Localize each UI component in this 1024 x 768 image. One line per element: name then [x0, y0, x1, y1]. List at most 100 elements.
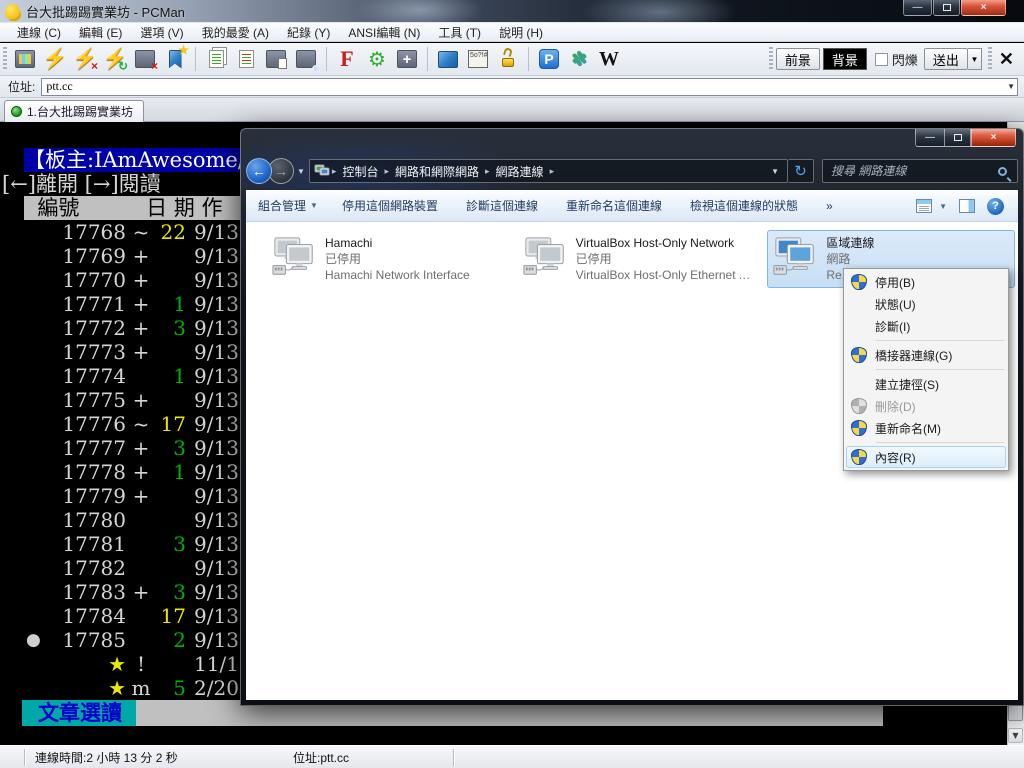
help-icon[interactable]: ? [987, 197, 1004, 215]
context-menu-item[interactable]: 橋接器連線(G) [846, 344, 1006, 366]
command-bar-item[interactable]: 停用這個網路裝置 [330, 197, 454, 214]
context-menu-item[interactable]: 建立捷徑(S) [846, 373, 1006, 395]
command-bar-item[interactable]: » [814, 199, 849, 213]
breadcrumb-arrow-icon[interactable]: ▸ [550, 166, 555, 177]
foreground-color-button[interactable]: 前景 [775, 48, 820, 70]
refresh-button[interactable]: ↻ [788, 159, 814, 183]
font-button[interactable]: F [334, 46, 360, 72]
status-address: 位址:ptt.cc [293, 750, 350, 765]
network-connection-tile[interactable]: Hamachi 已停用 Hamachi Network Interface [266, 230, 514, 288]
send-dropdown[interactable]: ▼ [967, 48, 982, 70]
context-menu-item[interactable] [876, 442, 1004, 443]
find-button[interactable] [293, 46, 320, 73]
close-button[interactable]: × [961, 0, 1006, 16]
minimize-button[interactable]: — [903, 0, 932, 16]
menu-item[interactable]: 紀錄 (Y) [278, 22, 339, 43]
settings-button[interactable]: ⚙ [364, 46, 390, 72]
article-number: ★ [108, 652, 126, 676]
address-dropdown-icon[interactable]: ▼ [1007, 82, 1015, 91]
site-list-button[interactable] [12, 46, 38, 72]
push-count [156, 508, 186, 532]
bbs-browser-button[interactable] [435, 46, 461, 72]
search-input[interactable] [823, 164, 998, 178]
context-menu-item[interactable]: 內容(R) [846, 446, 1006, 468]
reconnect-button[interactable]: ⚡ ↻ [102, 46, 128, 72]
address-dropdown-icon[interactable]: ▼ [763, 167, 787, 176]
close-connection-button[interactable]: × [132, 46, 158, 72]
network-connection-tile[interactable]: VirtualBox Host-Only Network 已停用 Virtual… [517, 230, 765, 288]
cursor-indicator [26, 460, 52, 484]
breadcrumb-segment[interactable]: 控制台 [336, 163, 384, 180]
menu-item[interactable]: 我的最愛 (A) [193, 22, 278, 43]
wikipedia-button[interactable]: W [596, 46, 622, 72]
article-marker: + [132, 292, 150, 316]
command-bar-item[interactable]: 重新命名這個連線 [554, 197, 678, 214]
views-dropdown-icon[interactable]: ▼ [939, 202, 947, 211]
breadcrumb-segment[interactable]: 網路和網際網路 [389, 163, 485, 180]
command-bar-item[interactable]: 組合管理 ▼ [246, 197, 330, 214]
pcman-app-icon [5, 3, 20, 19]
article-number: 17777 [62, 436, 126, 460]
context-menu-item[interactable] [876, 369, 1004, 370]
cursor-indicator [26, 412, 52, 436]
context-menu-item[interactable]: 刪除(D) [846, 395, 1006, 417]
menu-item[interactable]: 連線 (C) [8, 22, 70, 43]
maximize-button[interactable] [944, 129, 971, 147]
context-menu-item[interactable]: 診斷(I) [846, 315, 1006, 337]
toolbar-grip[interactable] [768, 47, 773, 71]
menu-item[interactable]: ANSI編輯 (N) [339, 22, 429, 43]
context-menu-item[interactable]: 重新命名(M) [846, 417, 1006, 439]
paste-to-window-button[interactable] [263, 46, 289, 72]
restore-button[interactable] [933, 0, 960, 16]
tab-connection-1[interactable]: 1.台大批踢踢實業坊 [4, 100, 145, 122]
scrollbar-thumb[interactable] [1008, 705, 1023, 721]
toolbar-grip[interactable] [3, 47, 7, 71]
recent-pages-dropdown-icon[interactable]: ▼ [297, 167, 305, 176]
menu-item[interactable]: 說明 (H) [490, 22, 552, 43]
menu-item[interactable]: 選項 (V) [131, 22, 192, 43]
command-bar-item[interactable]: 診斷這個連線 [454, 197, 554, 214]
menu-item[interactable]: 工具 (T) [429, 22, 490, 43]
blink-checkbox[interactable] [874, 52, 888, 66]
unlock-button[interactable] [495, 46, 521, 72]
context-menu-item[interactable]: 狀態(U) [846, 293, 1006, 315]
cursor-indicator [26, 652, 52, 676]
paste-button[interactable] [233, 46, 259, 72]
toolbar-close-icon[interactable]: ✕ [999, 49, 1014, 70]
fit-window-button[interactable]: + [394, 46, 420, 72]
pcman-site-button[interactable]: P [536, 46, 562, 72]
background-color-button[interactable]: 背景 [822, 48, 867, 70]
pcman-titlebar: 台大批踢踢實業坊 - PCMan — × [0, 0, 1024, 22]
ansi-editor-button[interactable]: 5o?!#%→ [465, 46, 491, 72]
command-bar-item[interactable]: 檢視這個連線的狀態 [678, 197, 814, 214]
disconnect-button[interactable]: ⚡ × [72, 46, 98, 72]
preview-pane-icon[interactable] [959, 199, 975, 213]
copy-button[interactable] [203, 46, 229, 72]
send-button[interactable]: 送出 [923, 48, 968, 70]
breadcrumb[interactable]: ▸ 控制台 ▸ 網路和網際網路 ▸ 網路連線 ▸ ▼ [308, 159, 788, 183]
context-menu-item[interactable]: 停用(B) [846, 271, 1006, 293]
connect-button[interactable]: ⚡ [42, 46, 68, 72]
article-marker: ! [136, 652, 146, 676]
close-button[interactable]: × [971, 129, 1016, 147]
minimize-button[interactable]: — [915, 129, 944, 147]
cursor-indicator [26, 292, 52, 316]
push-count: 5 [173, 676, 186, 700]
article-marker: + [132, 244, 150, 268]
views-icon[interactable] [916, 199, 933, 213]
scroll-down-icon[interactable]: ▼ [1008, 728, 1023, 743]
add-bookmark-button[interactable]: ★ [162, 44, 189, 72]
moztw-site-button[interactable]: ✽ [566, 46, 592, 72]
site-list-icon [15, 50, 35, 68]
explorer-caption-buttons: — × [915, 129, 1016, 147]
network-connections-window[interactable]: — × ← → ▼ ▸ 控制台 ▸ 網路和網際網路 ▸ 網路連線 ▸ ▼ ↻ 搜… [240, 128, 1024, 706]
toolbar-grip[interactable] [987, 47, 992, 71]
back-button[interactable]: ← [246, 158, 272, 184]
gear-icon: ⚙ [368, 48, 386, 71]
breadcrumb-segment[interactable]: 網路連線 [490, 163, 550, 180]
article-number: 17781 [62, 532, 126, 556]
context-menu-item[interactable] [876, 340, 1004, 341]
address-input[interactable] [41, 77, 1018, 96]
article-marker: + [132, 388, 150, 412]
menu-item[interactable]: 編輯 (E) [70, 22, 131, 43]
